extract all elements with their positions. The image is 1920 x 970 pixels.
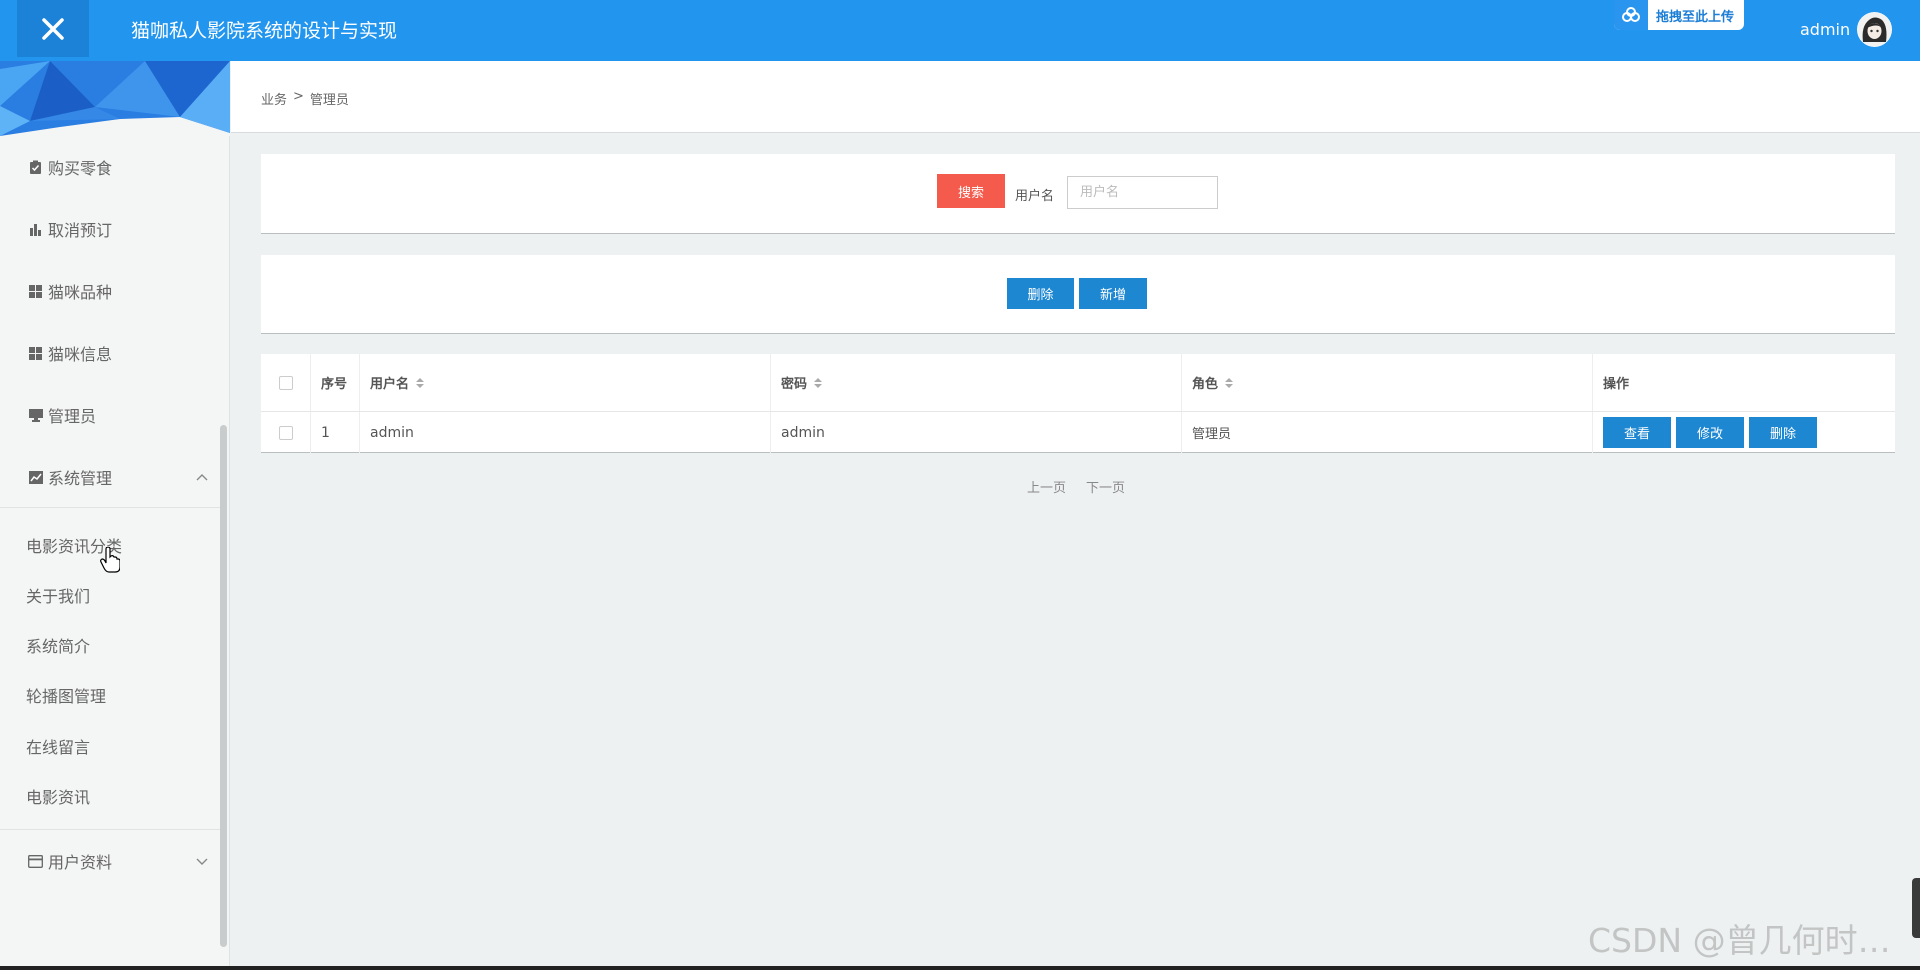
cell-index: 1 (311, 412, 360, 453)
app-title: 猫咖私人影院系统的设计与实现 (131, 20, 398, 42)
breadcrumb-bar: 业务 > 管理员 (231, 61, 1920, 133)
sidebar-item-buy-snacks[interactable]: 购买零食 (28, 155, 112, 179)
cell-password: admin (771, 412, 1182, 453)
sidebar-item-label: 取消预订 (48, 221, 113, 240)
sort-icon[interactable] (814, 377, 823, 388)
select-all-checkbox[interactable] (278, 375, 293, 390)
upload-label: 拖拽至此上传 (1656, 9, 1735, 25)
top-header: 猫咖私人影院系统的设计与实现 拖拽至此上传 admin (0, 0, 1920, 61)
edge-handle[interactable] (1912, 878, 1920, 938)
column-header-username[interactable]: 用户名 (360, 354, 771, 411)
search-button[interactable]: 搜索 (937, 174, 1005, 208)
column-header-label: 操作 (1603, 377, 1630, 392)
grid-icon (28, 284, 43, 299)
cell-username: admin (360, 412, 771, 453)
cloud-upload-icon (1614, 0, 1648, 30)
submenu-item-system-intro[interactable]: 系统简介 (26, 633, 90, 657)
close-icon (42, 17, 64, 40)
breadcrumb-parent[interactable]: 业务 (261, 89, 287, 108)
submenu-item-carousel-management[interactable]: 轮播图管理 (26, 683, 106, 707)
column-header-label: 用户名 (370, 377, 410, 392)
next-page-link[interactable]: 下一页 (1086, 477, 1125, 496)
divider (0, 507, 222, 508)
avatar[interactable] (1857, 12, 1892, 47)
add-button[interactable]: 新增 (1079, 278, 1147, 309)
sidebar-item-label: 管理员 (48, 407, 97, 426)
column-header-label: 密码 (781, 377, 808, 392)
current-user[interactable]: admin (1800, 20, 1850, 39)
breadcrumb-current: 管理员 (309, 93, 349, 108)
cell-role: 管理员 (1182, 412, 1593, 453)
cell-actions: 查看 修改 删除 (1593, 412, 1895, 453)
action-panel: 删除 新增 (261, 255, 1895, 334)
column-header-label: 角色 (1192, 377, 1219, 392)
edit-button[interactable]: 修改 (1676, 417, 1744, 448)
breadcrumb-separator: > (293, 89, 304, 104)
bottom-border (0, 966, 1920, 970)
sidebar-item-label: 猫咪品种 (48, 283, 113, 302)
sidebar-item-system-management[interactable]: 系统管理 (28, 465, 112, 489)
sidebar-banner (0, 61, 230, 136)
sidebar-item-label: 购买零食 (48, 159, 113, 178)
username-search-input[interactable] (1067, 176, 1218, 209)
monitor-icon (28, 408, 43, 423)
chevron-up-icon[interactable] (195, 470, 209, 484)
sidebar-item-cat-info[interactable]: 猫咪信息 (28, 341, 112, 365)
sidebar-item-cancel-booking[interactable]: 取消预订 (28, 217, 112, 241)
sidebar-item-label: 系统管理 (48, 469, 113, 488)
table-row: 1 admin admin 管理员 查看 修改 删除 (261, 412, 1895, 453)
column-header-actions: 操作 (1593, 354, 1895, 411)
bar-chart-icon (28, 222, 43, 237)
grid-icon (28, 346, 43, 361)
hand-cursor-icon (100, 547, 120, 573)
prev-page-link[interactable]: 上一页 (1027, 477, 1066, 496)
pagination: 上一页 下一页 (1027, 477, 1125, 496)
sidebar: 购买零食 取消预订 猫咪品种 猫咪信息 管理员 系统管理 电影资讯分类 关于我们 (0, 61, 230, 970)
watermark: CSDN @曾几何时… (1588, 921, 1891, 960)
sidebar-item-admin[interactable]: 管理员 (28, 403, 96, 427)
select-all-cell (261, 354, 311, 411)
sidebar-item-cat-breeds[interactable]: 猫咪品种 (28, 279, 112, 303)
upload-dropzone[interactable]: 拖拽至此上传 (1614, 0, 1744, 30)
submenu-item-online-messages[interactable]: 在线留言 (26, 734, 90, 758)
sidebar-scrollbar[interactable] (220, 425, 227, 947)
card-icon (28, 854, 43, 869)
divider (0, 829, 222, 830)
batch-delete-button[interactable]: 删除 (1007, 278, 1074, 309)
sidebar-item-user-profile[interactable]: 用户资料 (28, 849, 112, 873)
sidebar-item-label: 用户资料 (48, 853, 113, 872)
column-header-index: 序号 (311, 354, 360, 411)
search-panel: 搜索 用户名 (261, 154, 1895, 234)
column-header-password[interactable]: 密码 (771, 354, 1182, 411)
close-button[interactable] (17, 0, 89, 57)
admin-table: 序号 用户名 密码 角色 操作 1 admin admin 管理员 查看 修改 (261, 354, 1895, 453)
column-header-label: 序号 (321, 377, 348, 392)
submenu-item-about-us[interactable]: 关于我们 (26, 583, 90, 607)
sort-icon[interactable] (1225, 377, 1234, 388)
chevron-down-icon[interactable] (195, 854, 209, 868)
column-header-role[interactable]: 角色 (1182, 354, 1593, 411)
row-select-cell (261, 412, 311, 453)
clipboard-check-icon (28, 160, 43, 175)
username-label: 用户名 (1015, 189, 1055, 204)
breadcrumb: 业务 > 管理员 (261, 89, 349, 108)
delete-button[interactable]: 删除 (1749, 417, 1817, 448)
line-chart-icon (28, 470, 43, 485)
view-button[interactable]: 查看 (1603, 417, 1671, 448)
sidebar-item-label: 猫咪信息 (48, 345, 113, 364)
row-checkbox[interactable] (278, 425, 293, 440)
submenu-item-movie-news[interactable]: 电影资讯 (26, 784, 90, 808)
sort-icon[interactable] (416, 377, 425, 388)
table-header-row: 序号 用户名 密码 角色 操作 (261, 354, 1895, 412)
